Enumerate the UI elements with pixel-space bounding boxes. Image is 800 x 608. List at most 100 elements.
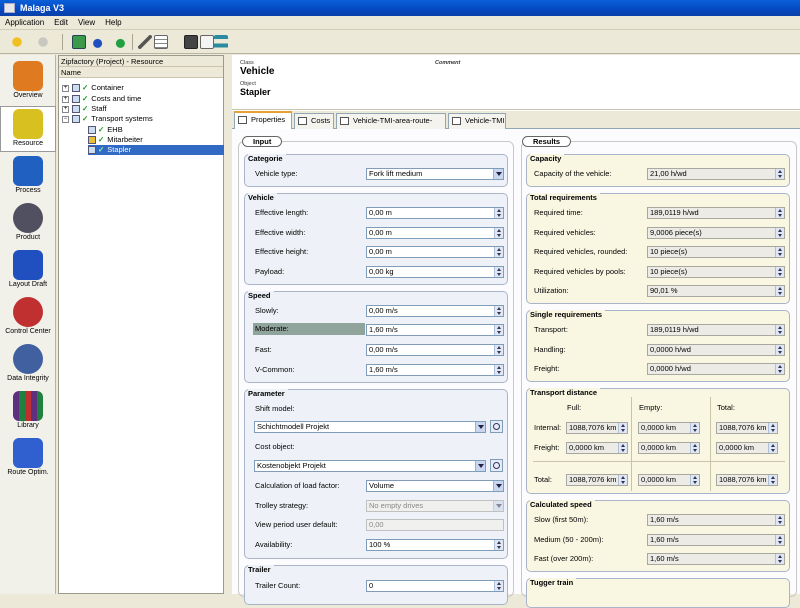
medium-speed-field[interactable]: 1,60 m/s bbox=[647, 534, 785, 546]
cost-object-select[interactable]: Kostenobjekt Projekt bbox=[254, 460, 486, 472]
freight-empty-field[interactable]: 0,0000 km bbox=[638, 442, 700, 454]
menu-application[interactable]: Application bbox=[0, 16, 49, 30]
tree-node-transport-systems[interactable]: − ✓ Transport systems bbox=[62, 114, 153, 124]
payload-field[interactable]: 0,00 kg bbox=[366, 266, 504, 278]
collapse-icon[interactable]: − bbox=[62, 115, 69, 123]
handling-field[interactable]: 0,0000 h/wd bbox=[647, 344, 785, 356]
fast-speed-field[interactable]: 1,60 m/s bbox=[647, 553, 785, 565]
chevron-down-icon[interactable] bbox=[493, 169, 503, 179]
spinner-icon[interactable] bbox=[775, 247, 784, 257]
spinner-icon[interactable] bbox=[775, 535, 784, 545]
spinner-icon[interactable] bbox=[775, 169, 784, 179]
chevron-down-icon[interactable] bbox=[493, 481, 503, 491]
total-full-field[interactable]: 1088,7076 km bbox=[566, 474, 628, 486]
effective-length-field[interactable]: 0,00 m bbox=[366, 207, 504, 219]
moderate-field[interactable]: 1,60 m/s bbox=[366, 324, 504, 336]
expand-icon[interactable]: + bbox=[62, 84, 69, 92]
menu-help[interactable]: Help bbox=[100, 16, 126, 30]
transport-field[interactable]: 189,0119 h/wd bbox=[647, 324, 785, 336]
exchange-icon[interactable] bbox=[214, 35, 228, 49]
spinner-icon[interactable] bbox=[618, 423, 627, 433]
spinner-icon[interactable] bbox=[775, 345, 784, 355]
spinner-icon[interactable] bbox=[775, 325, 784, 335]
spinner-icon[interactable] bbox=[494, 208, 503, 218]
apply-icon[interactable] bbox=[72, 35, 86, 49]
tab-vehicle-tmi[interactable]: Vehicle-TMI bbox=[448, 113, 506, 129]
tree-node-costs-and-time[interactable]: + ✓ Costs and time bbox=[62, 94, 141, 104]
spinner-icon[interactable] bbox=[775, 267, 784, 277]
sidebar-item-control-center[interactable]: Control Center bbox=[0, 295, 56, 341]
utilization-field[interactable]: 90,01 % bbox=[647, 285, 785, 297]
spinner-icon[interactable] bbox=[775, 364, 784, 374]
edit-icon[interactable] bbox=[138, 35, 152, 49]
sidebar-item-resource[interactable]: Resource bbox=[0, 106, 56, 152]
spinner-icon[interactable] bbox=[494, 306, 503, 316]
tree-column-name[interactable]: Name bbox=[59, 67, 223, 78]
spinner-icon[interactable] bbox=[618, 475, 627, 485]
menu-edit[interactable]: Edit bbox=[49, 16, 73, 30]
menu-view[interactable]: View bbox=[73, 16, 100, 30]
tree-node-staff[interactable]: + ✓ Staff bbox=[62, 104, 107, 114]
fast-field[interactable]: 0,00 m/s bbox=[366, 344, 504, 356]
spinner-icon[interactable] bbox=[775, 515, 784, 525]
spinner-icon[interactable] bbox=[775, 286, 784, 296]
save-icon[interactable] bbox=[184, 35, 198, 49]
spinner-icon[interactable] bbox=[494, 540, 503, 550]
v-common-field[interactable]: 1,60 m/s bbox=[366, 364, 504, 376]
slowly-field[interactable]: 0,00 m/s bbox=[366, 305, 504, 317]
sidebar-item-library[interactable]: Library bbox=[0, 389, 56, 435]
freight-field[interactable]: 0,0000 h/wd bbox=[647, 363, 785, 375]
tree-node-ehb[interactable]: ✓ EHB bbox=[88, 125, 123, 135]
chevron-down-icon[interactable] bbox=[475, 461, 485, 471]
required-time-field[interactable]: 189,0119 h/wd bbox=[647, 207, 785, 219]
tree-node-stapler[interactable]: ✓ Stapler bbox=[88, 145, 224, 155]
required-vehicles-field[interactable]: 9,0006 piece(s) bbox=[647, 227, 785, 239]
spinner-icon[interactable] bbox=[494, 247, 503, 257]
effective-width-field[interactable]: 0,00 m bbox=[366, 227, 504, 239]
spinner-icon[interactable] bbox=[494, 345, 503, 355]
spinner-icon[interactable] bbox=[494, 581, 503, 591]
expand-icon[interactable]: + bbox=[62, 95, 69, 103]
spinner-icon[interactable] bbox=[690, 423, 699, 433]
sidebar-item-layout-draft[interactable]: Layout Draft bbox=[0, 248, 56, 294]
sidebar-item-product[interactable]: Product bbox=[0, 201, 56, 247]
vehicle-type-select[interactable]: Fork lift medium bbox=[366, 168, 504, 180]
spinner-icon[interactable] bbox=[768, 423, 777, 433]
internal-empty-field[interactable]: 0,0000 km bbox=[638, 422, 700, 434]
expand-icon[interactable]: + bbox=[62, 105, 69, 113]
forward-icon[interactable] bbox=[36, 35, 50, 49]
tree-node-container[interactable]: + ✓ Container bbox=[62, 83, 124, 93]
tab-vehicle-tmi-area-route-pool[interactable]: Vehicle-TMI-area-route-pool bbox=[336, 113, 446, 139]
required-vehicles-rounded-field[interactable]: 10 piece(s) bbox=[647, 246, 785, 258]
load-factor-select[interactable]: Volume bbox=[366, 480, 504, 492]
spinner-icon[interactable] bbox=[494, 228, 503, 238]
back-icon[interactable] bbox=[10, 35, 24, 49]
freight-total-field[interactable]: 0,0000 km bbox=[716, 442, 778, 454]
spinner-icon[interactable] bbox=[494, 325, 503, 335]
sidebar-item-overview[interactable]: Overview bbox=[0, 59, 56, 105]
spinner-icon[interactable] bbox=[775, 208, 784, 218]
sidebar-item-process[interactable]: Process bbox=[0, 154, 56, 200]
total-total-field[interactable]: 1088,7076 km bbox=[716, 474, 778, 486]
spinner-icon[interactable] bbox=[494, 365, 503, 375]
capacity-field[interactable]: 21,00 h/wd bbox=[647, 168, 785, 180]
redo-icon[interactable] bbox=[112, 35, 126, 49]
tab-costs[interactable]: Costs bbox=[294, 113, 334, 129]
tree-node-mitarbeiter[interactable]: ✓ Mitarbeiter bbox=[88, 135, 143, 145]
undo-icon[interactable] bbox=[92, 35, 106, 49]
chevron-down-icon[interactable] bbox=[475, 422, 485, 432]
sidebar-item-route-optim[interactable]: Route Optim. bbox=[0, 436, 56, 482]
spinner-icon[interactable] bbox=[775, 228, 784, 238]
spinner-icon[interactable] bbox=[690, 443, 699, 453]
spinner-icon[interactable] bbox=[690, 475, 699, 485]
required-vehicles-pools-field[interactable]: 10 piece(s) bbox=[647, 266, 785, 278]
grid-icon[interactable] bbox=[154, 35, 168, 49]
search-icon[interactable] bbox=[490, 420, 503, 433]
page-icon[interactable] bbox=[200, 35, 214, 49]
spinner-icon[interactable] bbox=[768, 443, 777, 453]
internal-full-field[interactable]: 1088,7076 km bbox=[566, 422, 628, 434]
internal-total-field[interactable]: 1088,7076 km bbox=[716, 422, 778, 434]
spinner-icon[interactable] bbox=[768, 475, 777, 485]
effective-height-field[interactable]: 0,00 m bbox=[366, 246, 504, 258]
search-icon[interactable] bbox=[490, 459, 503, 472]
